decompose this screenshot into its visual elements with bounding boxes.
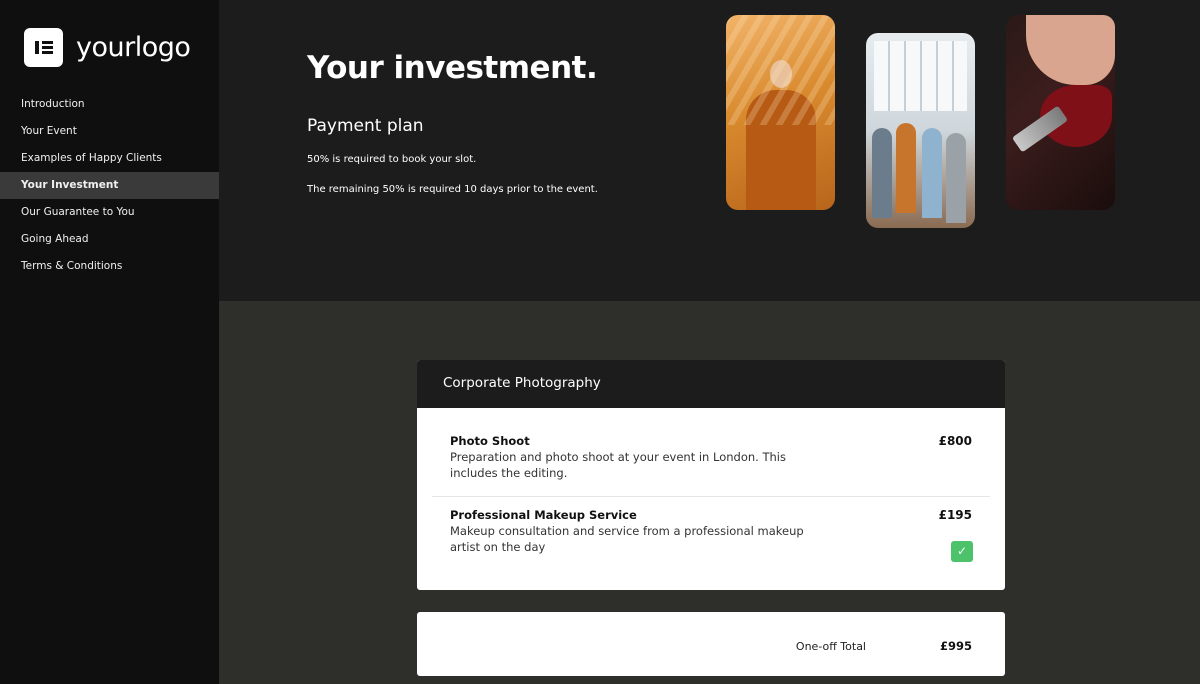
payment-plan-heading: Payment plan bbox=[307, 116, 424, 136]
item-title: Photo Shoot bbox=[450, 434, 530, 448]
payment-plan-line-2: The remaining 50% is required 10 days pr… bbox=[307, 184, 598, 195]
total-card: One-off Total £995 bbox=[417, 612, 1005, 676]
item-title: Professional Makeup Service bbox=[450, 508, 637, 522]
pricing-table: Corporate Photography Photo Shoot Prepar… bbox=[417, 360, 1005, 590]
sidebar: yourlogo Introduction Your Event Example… bbox=[0, 0, 219, 684]
optional-item-checkbox[interactable]: ✓ bbox=[951, 541, 973, 562]
item-price: £195 bbox=[938, 508, 972, 522]
item-description: Makeup consultation and service from a p… bbox=[450, 524, 804, 554]
pricing-table-header: Corporate Photography bbox=[417, 360, 1005, 408]
sidebar-item-happy-clients[interactable]: Examples of Happy Clients bbox=[0, 145, 219, 172]
payment-plan-line-1: 50% is required to book your slot. bbox=[307, 154, 477, 165]
checkmark-icon: ✓ bbox=[956, 544, 968, 558]
elementor-icon bbox=[24, 28, 63, 67]
item-description: Preparation and photo shoot at your even… bbox=[450, 450, 786, 480]
photo-office-party bbox=[866, 33, 975, 228]
sidebar-item-your-event[interactable]: Your Event bbox=[0, 118, 219, 145]
row-divider bbox=[432, 496, 990, 497]
sidebar-item-guarantee[interactable]: Our Guarantee to You bbox=[0, 199, 219, 226]
total-label: One-off Total bbox=[795, 640, 866, 653]
sidebar-nav: Introduction Your Event Examples of Happ… bbox=[0, 91, 219, 280]
logo-text: yourlogo bbox=[76, 32, 191, 63]
page-title: Your investment. bbox=[307, 50, 598, 86]
photo-woman-orange-coat bbox=[726, 15, 835, 210]
sidebar-item-going-ahead[interactable]: Going Ahead bbox=[0, 226, 219, 253]
sidebar-item-your-investment[interactable]: Your Investment bbox=[0, 172, 219, 199]
item-price: £800 bbox=[938, 434, 972, 448]
photo-lipstick bbox=[1006, 15, 1115, 210]
sidebar-item-terms[interactable]: Terms & Conditions bbox=[0, 253, 219, 280]
sidebar-item-introduction[interactable]: Introduction bbox=[0, 91, 219, 118]
logo[interactable]: yourlogo bbox=[24, 28, 191, 67]
hero-section: Your investment. Payment plan 50% is req… bbox=[219, 0, 1200, 301]
total-value: £995 bbox=[939, 639, 972, 653]
